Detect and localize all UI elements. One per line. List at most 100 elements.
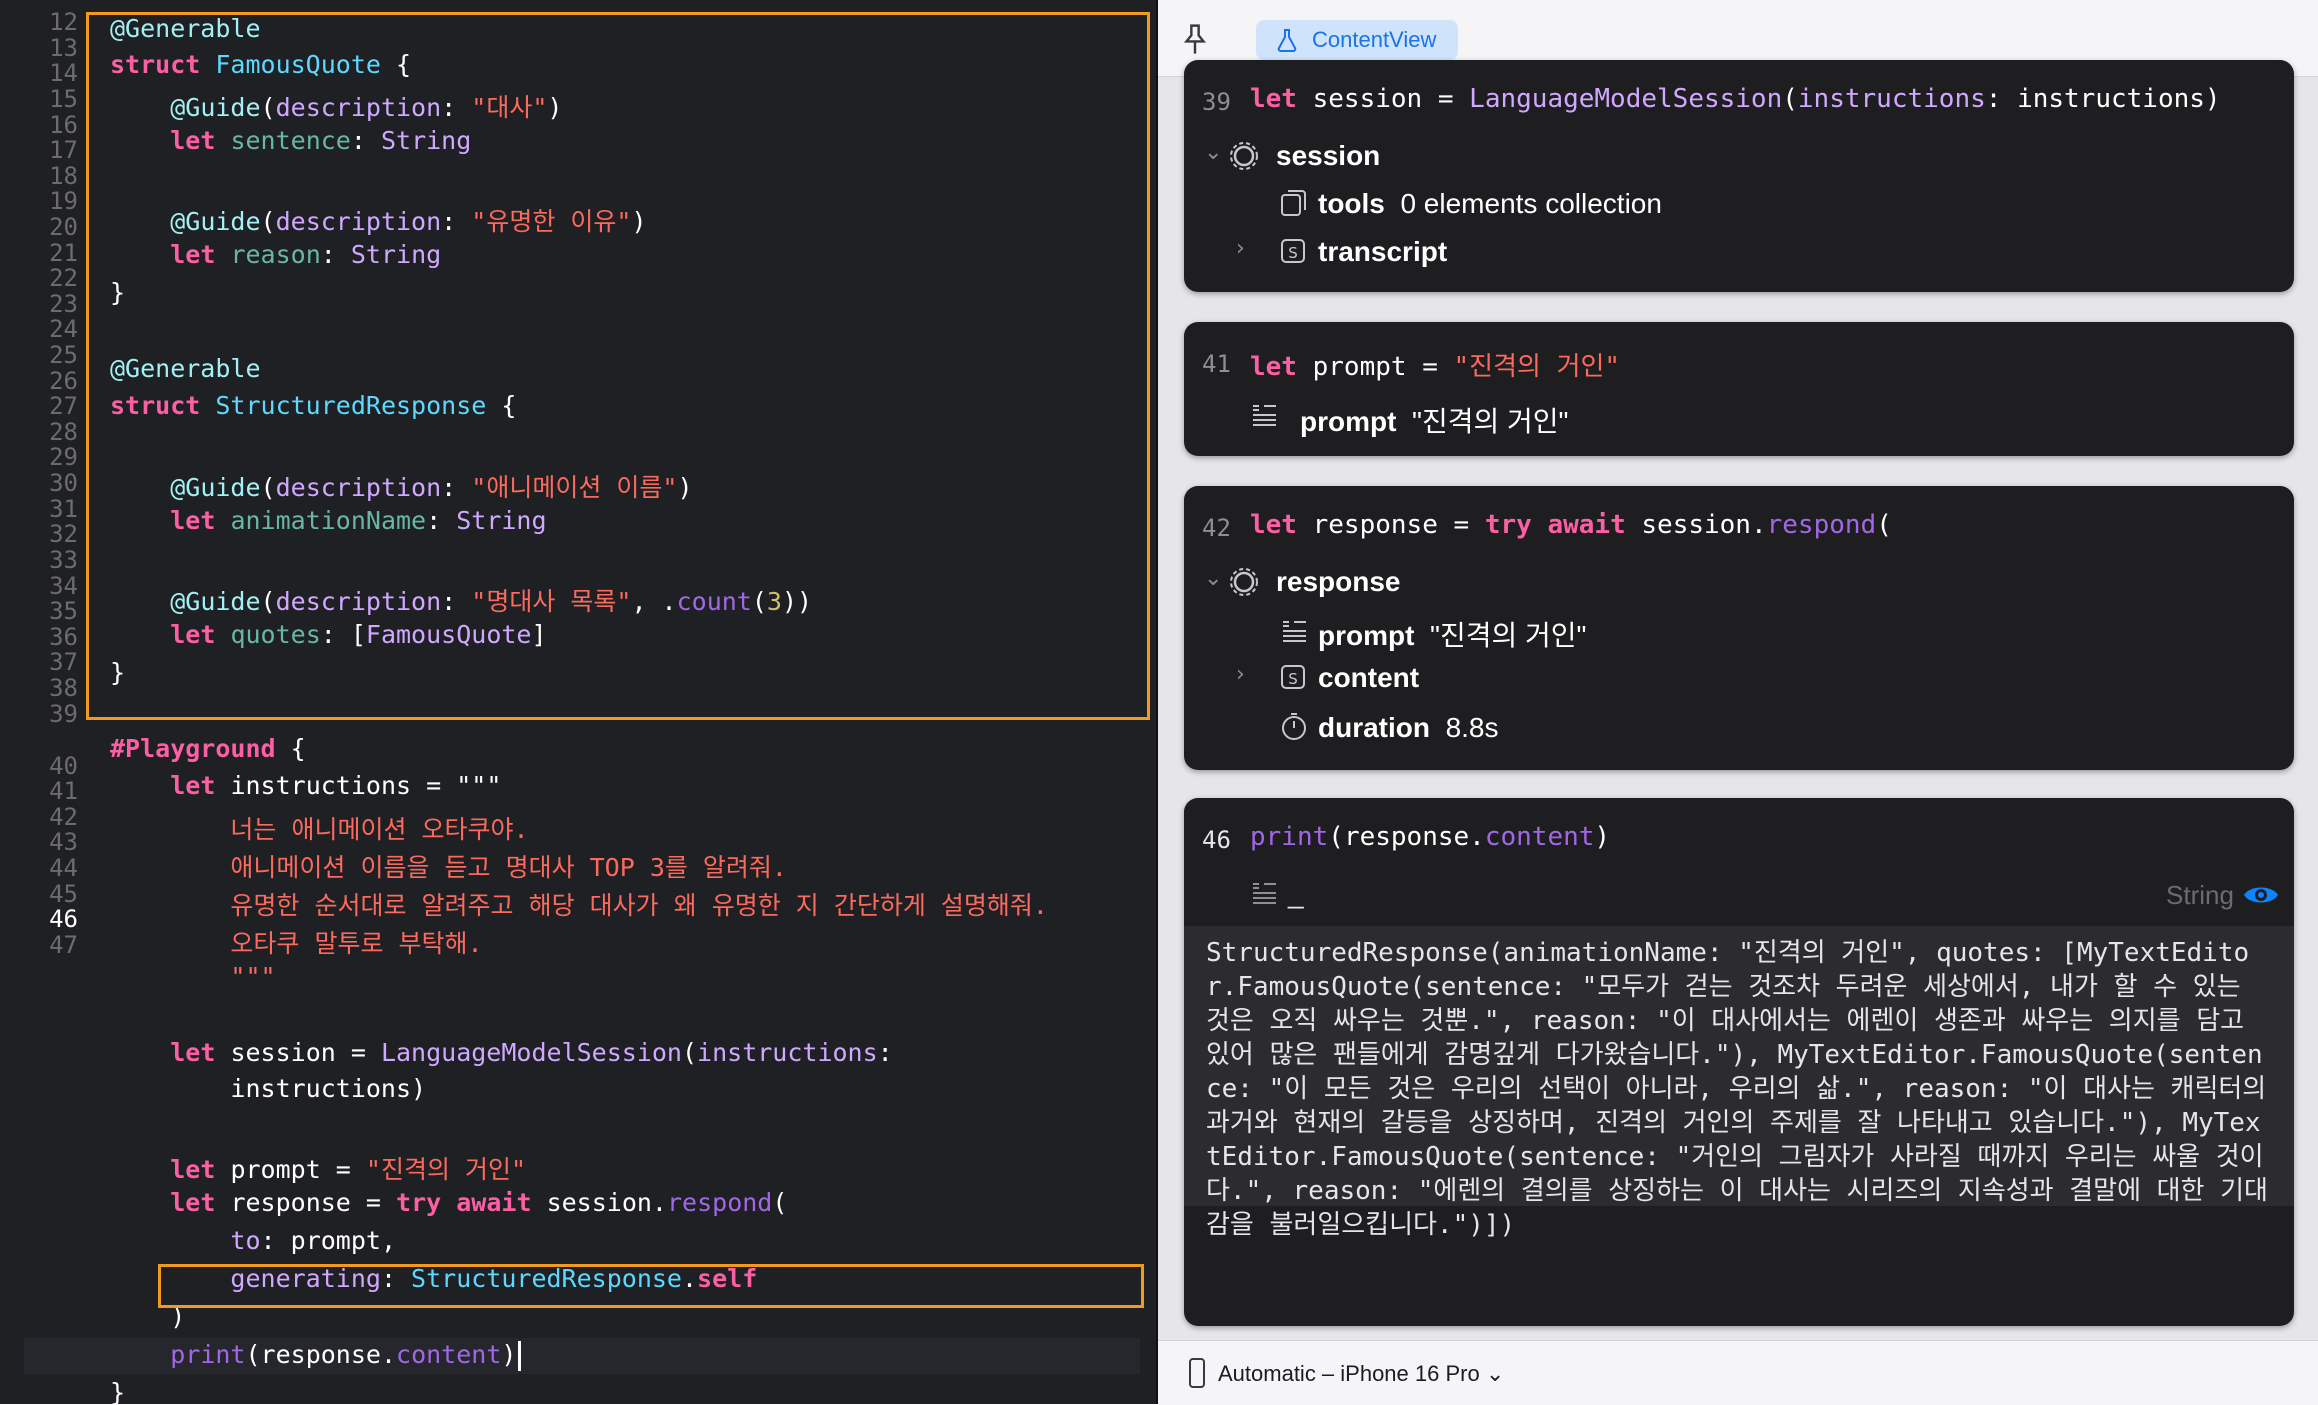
chevron-right-icon[interactable]: › <box>1236 662 1245 687</box>
code-line-37: """ <box>230 962 276 991</box>
code-line-47: } <box>110 1378 126 1404</box>
line-number: 28 <box>49 418 78 446</box>
result-card-response: 42 let response = try await session.resp… <box>1184 486 2294 770</box>
result-card-prompt: 41 let prompt = "진격의 거인" prompt "진격의 거인" <box>1184 322 2294 456</box>
code-line-31: #Playground { <box>110 734 306 763</box>
code-line-39: let session = LanguageModelSession(instr… <box>170 1038 893 1067</box>
code-line-46[interactable]: print(response.content) <box>110 1340 522 1371</box>
line-number: 20 <box>49 213 78 241</box>
line-number: 42 <box>49 803 78 831</box>
struct-icon: S <box>1281 239 1305 263</box>
line-number: 25 <box>49 341 78 369</box>
line-number: 16 <box>49 111 78 139</box>
line-number-current: 46 <box>49 905 78 933</box>
card-line-number: 46 <box>1202 826 1231 854</box>
line-number: 29 <box>49 443 78 471</box>
line-number: 13 <box>49 34 78 62</box>
line-number: 19 <box>49 187 78 215</box>
line-number: 21 <box>49 239 78 267</box>
code-line-33: 너는 애니메이션 오타쿠야. <box>230 815 529 844</box>
duration-row: duration 8.8s <box>1318 712 1499 743</box>
eye-icon[interactable] <box>2242 882 2280 908</box>
code-line-41: let prompt = "진격의 거인" <box>170 1155 527 1184</box>
code-line-36: 오타쿠 말투로 부탁해. <box>230 929 483 958</box>
session-label[interactable]: session <box>1276 140 1380 172</box>
line-number: 26 <box>49 367 78 395</box>
line-number: 45 <box>49 880 78 908</box>
line-number: 31 <box>49 495 78 523</box>
line-number: 44 <box>49 854 78 882</box>
generating-param-highlight-box <box>158 1264 1144 1308</box>
line-number: 32 <box>49 520 78 548</box>
line-number: 23 <box>49 290 78 318</box>
line-number: 40 <box>49 752 78 780</box>
card-code: print(response.content) <box>1250 822 1611 852</box>
line-number: 47 <box>49 931 78 959</box>
code-line-39-wrap: instructions) <box>230 1074 427 1103</box>
response-label[interactable]: response <box>1276 566 1401 598</box>
line-number: 37 <box>49 648 78 676</box>
line-number: 15 <box>49 85 78 113</box>
pin-icon[interactable] <box>1180 22 1210 56</box>
line-number: 36 <box>49 623 78 651</box>
card-line-number: 41 <box>1202 350 1231 378</box>
line-number: 27 <box>49 392 78 420</box>
generable-structs-highlight-box <box>86 12 1150 720</box>
code-line-32: let instructions = """ <box>170 771 502 800</box>
gear-icon <box>1230 568 1258 596</box>
line-number: 38 <box>49 674 78 702</box>
chevron-down-icon[interactable]: ⌄ <box>1204 566 1222 591</box>
device-selector[interactable]: Automatic – iPhone 16 Pro ⌄ <box>1218 1361 1504 1387</box>
collection-icon <box>1281 190 1306 216</box>
type-label: String <box>2166 880 2234 910</box>
content-label[interactable]: content <box>1318 662 1419 694</box>
device-label: Automatic – iPhone 16 Pro <box>1218 1361 1480 1386</box>
chevron-down-icon[interactable]: ⌄ <box>1204 140 1222 165</box>
flask-icon <box>1277 29 1297 52</box>
line-number: 30 <box>49 469 78 497</box>
tab-label: ContentView <box>1312 27 1437 52</box>
svg-text:S: S <box>1288 670 1298 688</box>
preview-canvas: ContentView 39 let session = LanguageMod… <box>1158 0 2318 1405</box>
line-number: 14 <box>49 59 78 87</box>
card-code: let response = try await session.respond… <box>1250 510 1892 540</box>
code-editor[interactable]: 12 13 14 15 16 17 18 19 20 21 22 23 24 2… <box>0 0 1156 1404</box>
transcript-label[interactable]: transcript <box>1318 236 1447 268</box>
chevron-right-icon[interactable]: › <box>1236 236 1245 261</box>
text-cursor <box>518 1341 522 1371</box>
line-number: 12 <box>49 8 78 36</box>
line-number: 17 <box>49 136 78 164</box>
line-number: 39 <box>49 700 78 728</box>
output-panel: StructuredResponse(animationName: "진격의 거… <box>1184 926 2294 1240</box>
result-card-print: 46 print(response.content) _ String Stru… <box>1184 798 2294 1326</box>
card-line-number: 39 <box>1202 88 1231 116</box>
line-number-gutter: 12 13 14 15 16 17 18 19 20 21 22 23 24 2… <box>0 0 86 1404</box>
card-code: let prompt = "진격의 거인" <box>1250 352 1621 382</box>
line-number: 24 <box>49 315 78 343</box>
tab-contentview[interactable]: ContentView <box>1256 20 1459 60</box>
timer-icon <box>1282 713 1306 740</box>
iphone-icon <box>1189 1358 1205 1388</box>
canvas-bottom-bar: Automatic – iPhone 16 Pro ⌄ <box>1158 1340 2318 1405</box>
code-line-43: to: prompt, <box>230 1226 396 1255</box>
prompt-row: prompt "진격의 거인" <box>1300 406 1569 437</box>
struct-icon: S <box>1281 665 1305 689</box>
line-number: 33 <box>49 546 78 574</box>
line-number: 22 <box>49 264 78 292</box>
svg-text:S: S <box>1288 244 1298 262</box>
code-line-35: 유명한 순서대로 알려주고 해당 대사가 왜 유명한 지 간단하게 설명해줘. <box>230 891 1048 920</box>
prompt-row: prompt "진격의 거인" <box>1318 620 1587 651</box>
result-card-session: 39 let session = LanguageModelSession(in… <box>1184 60 2294 292</box>
line-number: 18 <box>49 162 78 190</box>
code-line-34: 애니메이션 이름을 듣고 명대사 TOP 3를 알려줘. <box>230 853 787 882</box>
chevron-down-icon: ⌄ <box>1485 1361 1505 1386</box>
quote-icon <box>1283 621 1306 642</box>
line-number: 43 <box>49 828 78 856</box>
line-number: 41 <box>49 777 78 805</box>
line-number: 35 <box>49 597 78 625</box>
quote-icon <box>1253 883 1276 904</box>
value-placeholder: _ <box>1288 878 1304 909</box>
code-line-42: let response = try await session.respond… <box>170 1188 788 1217</box>
quote-icon <box>1253 405 1276 426</box>
gear-icon <box>1230 142 1258 170</box>
